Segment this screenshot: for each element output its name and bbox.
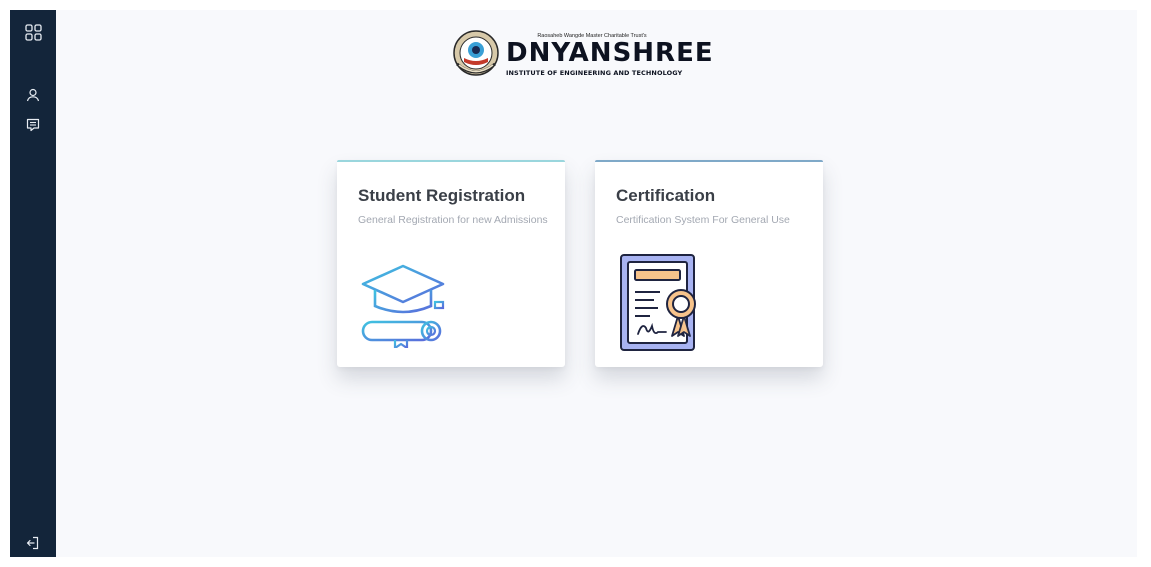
main-content: Raosaheb Wangde Master Charitable Trust'… <box>56 10 1137 557</box>
logo-institute-name: DNYANSHREE <box>506 38 714 68</box>
logo-subtitle: INSTITUTE OF ENGINEERING AND TECHNOLOGY <box>506 69 683 77</box>
card-title: Certification <box>616 186 716 205</box>
card-description: Certification System For General Use <box>616 214 790 226</box>
sidebar <box>10 10 56 557</box>
user-icon[interactable] <box>21 83 45 107</box>
graduation-cap-diploma-icon <box>361 264 445 348</box>
card-accent-border <box>595 160 823 162</box>
institute-emblem-icon <box>453 30 499 76</box>
student-registration-card[interactable]: Student Registration General Registratio… <box>337 160 565 367</box>
certification-card[interactable]: Certification Certification System For G… <box>595 160 823 367</box>
certificate-icon <box>620 254 696 351</box>
card-description: General Registration for new Admissions <box>358 214 548 226</box>
logout-icon[interactable] <box>21 531 45 555</box>
card-accent-border <box>337 160 565 162</box>
dashboard-grid-icon[interactable] <box>21 20 45 44</box>
institute-logo: Raosaheb Wangde Master Charitable Trust'… <box>451 28 713 78</box>
message-icon[interactable] <box>21 113 45 137</box>
card-title: Student Registration <box>358 186 526 205</box>
